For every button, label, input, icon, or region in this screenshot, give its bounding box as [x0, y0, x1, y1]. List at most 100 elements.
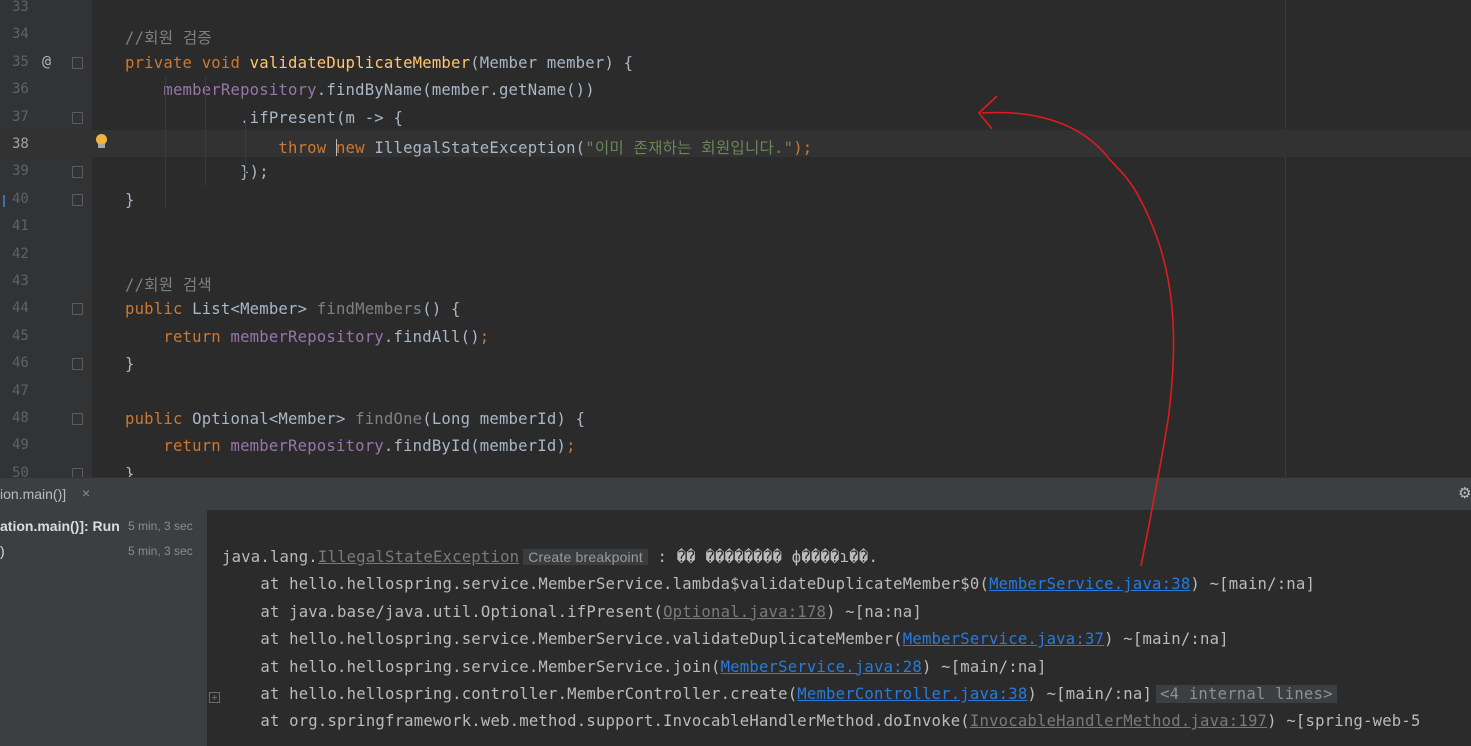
code-text[interactable]: return memberRepository.findById(memberI…	[125, 437, 576, 455]
override-marker-icon[interactable]: @	[42, 52, 51, 70]
code-line[interactable]: 33	[0, 0, 1471, 20]
tree-row-child[interactable]: ) 5 min, 3 sec	[0, 538, 207, 562]
stacktrace-link[interactable]: Optional.java:178	[663, 603, 826, 621]
code-line[interactable]: 34 //회원 검증	[0, 20, 1471, 47]
code-line[interactable]: 44 public List<Member> findMembers() {	[0, 294, 1471, 321]
console-line[interactable]: at java.base/java.util.Optional.ifPresen…	[222, 603, 922, 621]
console-text: at org.springframework.web.method.suppor…	[222, 712, 970, 731]
code-text[interactable]: public List<Member> findMembers() {	[125, 300, 461, 318]
code-text[interactable]: private void validateDuplicateMember(Mem…	[125, 54, 633, 72]
console-badge[interactable]: Create breakpoint	[523, 549, 648, 565]
code-text[interactable]: //회원 검증	[125, 26, 212, 48]
line-number[interactable]: 38	[12, 136, 29, 152]
lightbulb-icon[interactable]	[95, 134, 108, 149]
code-line[interactable]: 49 return memberRepository.findById(memb…	[0, 431, 1471, 458]
code-line[interactable]: 40}	[0, 185, 1471, 212]
line-number[interactable]: 43	[12, 273, 29, 289]
code-token: (Long memberId) {	[422, 410, 586, 428]
code-token: //회원 검증	[125, 29, 212, 48]
stacktrace-link[interactable]: IllegalStateException	[318, 548, 519, 566]
code-text[interactable]: }	[125, 191, 135, 209]
code-line[interactable]: 50}	[0, 459, 1471, 477]
code-text[interactable]: memberRepository.findByName(member.getNa…	[125, 81, 595, 99]
indent-guide	[205, 76, 206, 186]
code-text[interactable]: }	[125, 465, 135, 477]
code-token: Optional<Member>	[192, 410, 356, 428]
code-line[interactable]: 41	[0, 212, 1471, 239]
stacktrace-link[interactable]: MemberService.java:28	[721, 658, 922, 676]
code-text[interactable]: //회원 검색	[125, 273, 212, 295]
console-text: at hello.hellospring.service.MemberServi…	[222, 575, 990, 594]
run-tab-label[interactable]: ion.main()]	[0, 486, 66, 502]
code-line[interactable]: 35 @ private void validateDuplicateMember(…	[0, 48, 1471, 75]
code-token: List<Member>	[192, 300, 317, 319]
code-line[interactable]: 46}	[0, 349, 1471, 376]
code-line[interactable]: 45 return memberRepository.findAll();	[0, 322, 1471, 349]
code-line[interactable]: 42	[0, 240, 1471, 267]
close-icon[interactable]: ×	[82, 485, 90, 501]
code-text[interactable]: return memberRepository.findAll();	[125, 328, 489, 346]
line-number[interactable]: 42	[12, 246, 29, 262]
fold-icon[interactable]	[72, 303, 83, 316]
console-line[interactable]: at hello.hellospring.service.MemberServi…	[222, 630, 1229, 648]
code-line[interactable]: 43 //회원 검색	[0, 267, 1471, 294]
console-text: ) ~[main/:na]	[921, 657, 1047, 676]
line-number[interactable]: 36	[12, 81, 29, 97]
code-line[interactable]: 39 });	[0, 157, 1471, 184]
code-token: .findAll()	[383, 327, 480, 346]
code-text[interactable]: throw new IllegalStateException("이미 존재하는…	[125, 136, 812, 158]
line-number[interactable]: 41	[12, 218, 29, 234]
code-token: public	[125, 300, 193, 319]
tree-row-run[interactable]: ation.main()]: Run 5 min, 3 sec	[0, 513, 207, 537]
stacktrace-link[interactable]: MemberService.java:37	[903, 630, 1104, 648]
code-text[interactable]: .ifPresent(m -> {	[125, 109, 403, 127]
code-editor[interactable]: 33 34 //회원 검증 35 @ private void validateDupli…	[0, 0, 1471, 477]
line-number[interactable]: 44	[12, 300, 29, 316]
gear-icon[interactable]: ⚙	[1458, 486, 1471, 501]
code-line[interactable]: 48 public Optional<Member> findOne(Long m…	[0, 404, 1471, 431]
stacktrace-link[interactable]: InvocableHandlerMethod.java:197	[970, 712, 1267, 730]
code-line[interactable]: 47	[0, 377, 1471, 404]
console-line[interactable]: at org.springframework.web.method.suppor…	[222, 712, 1421, 730]
console-line[interactable]: at hello.hellospring.service.MemberServi…	[222, 658, 1047, 676]
console-output[interactable]: java.lang.IllegalStateException Create br…	[207, 510, 1471, 746]
line-number[interactable]: 45	[12, 328, 29, 344]
code-text[interactable]: });	[125, 163, 269, 181]
code-token: public	[125, 410, 193, 428]
code-line[interactable]: 38 throw new IllegalStateException("이미 존…	[0, 130, 1471, 158]
line-number[interactable]: 47	[12, 383, 29, 399]
line-number[interactable]: 39	[12, 163, 29, 179]
line-number[interactable]: 48	[12, 410, 29, 426]
fold-icon[interactable]	[72, 467, 83, 477]
fold-icon[interactable]	[72, 358, 83, 371]
line-number[interactable]: 33	[12, 0, 29, 15]
fold-icon[interactable]	[72, 56, 83, 69]
code-text[interactable]: public Optional<Member> findOne(Long mem…	[125, 410, 585, 428]
console-line[interactable]: at hello.hellospring.controller.MemberCo…	[222, 685, 1337, 703]
stacktrace-link[interactable]: MemberController.java:38	[797, 685, 1027, 703]
line-number[interactable]: 40	[12, 191, 29, 207]
line-number[interactable]: 34	[12, 26, 29, 42]
code-token: .findByName(member.getName())	[316, 81, 595, 100]
fold-icon[interactable]	[72, 193, 83, 206]
line-number[interactable]: 37	[12, 109, 29, 125]
console-line[interactable]: at hello.hellospring.service.MemberServi…	[222, 575, 1315, 593]
line-number[interactable]: 50	[12, 465, 29, 477]
line-number[interactable]: 46	[12, 355, 29, 371]
line-number[interactable]: 35	[12, 54, 29, 70]
code-text[interactable]: }	[125, 355, 135, 373]
code-line[interactable]: 37 .ifPresent(m -> {	[0, 103, 1471, 130]
run-tree-panel: ation.main()]: Run 5 min, 3 sec ) 5 min,…	[0, 510, 207, 746]
code-token: });	[125, 163, 269, 182]
code-line[interactable]: 36 memberRepository.findByName(member.ge…	[0, 75, 1471, 102]
line-number[interactable]: 49	[12, 437, 29, 453]
expand-icon[interactable]	[209, 692, 220, 703]
fold-icon[interactable]	[72, 413, 83, 425]
fold-icon[interactable]	[72, 111, 83, 124]
console-text: ) ~[main/:na]	[1027, 685, 1153, 703]
console-line[interactable]: java.lang.IllegalStateException Create br…	[222, 548, 878, 566]
stacktrace-link[interactable]: MemberService.java:38	[989, 575, 1190, 593]
console-badge[interactable]: <4 internal lines>	[1156, 685, 1337, 703]
fold-icon[interactable]	[72, 166, 83, 179]
